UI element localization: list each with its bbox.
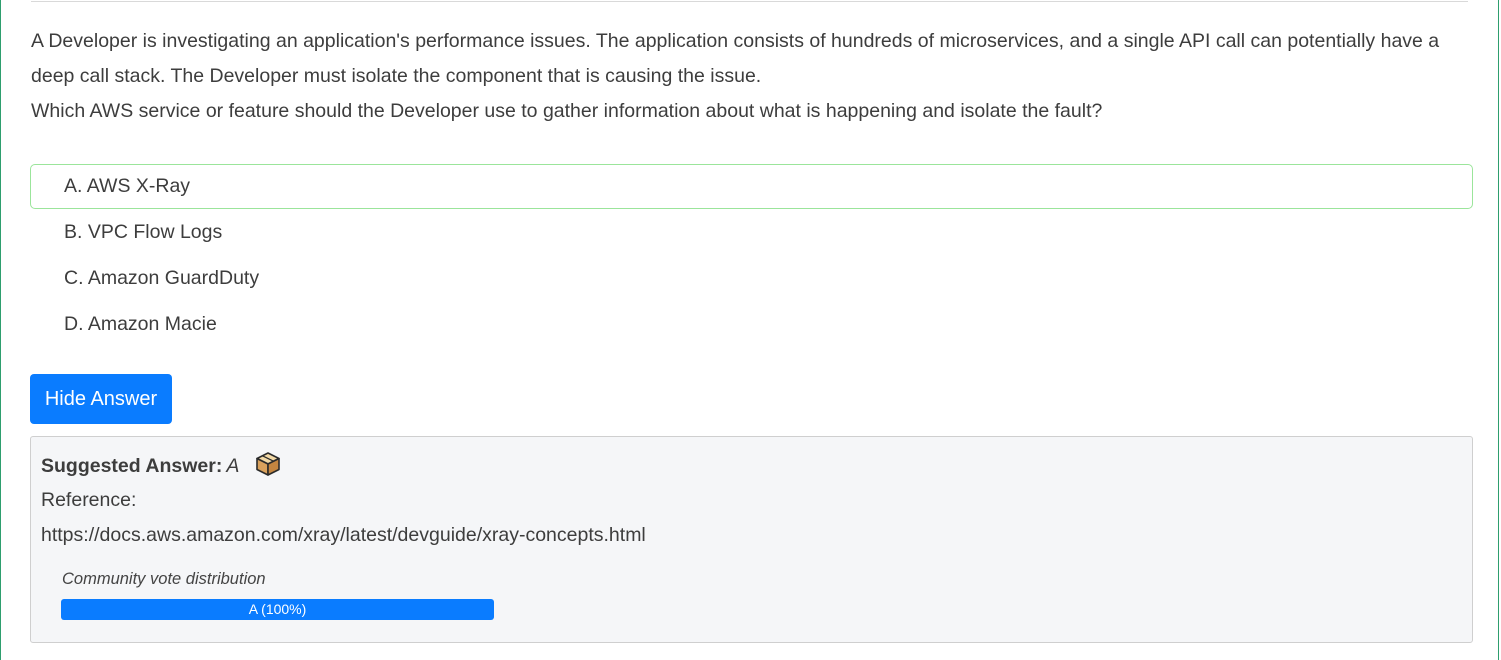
- answer-panel: Suggested Answer: A Reference: https://do…: [30, 436, 1473, 643]
- suggested-answer-label: Suggested Answer:: [41, 455, 223, 477]
- suggested-answer: Suggested Answer: A: [41, 451, 281, 486]
- vote-distribution-title: Community vote distribution: [62, 570, 266, 588]
- vote-distribution-bar[interactable]: A (100%): [61, 599, 494, 620]
- package-icon[interactable]: [255, 451, 281, 486]
- choice-d[interactable]: D. Amazon Macie: [30, 302, 1473, 347]
- question-text: A Developer is investigating an applicat…: [31, 24, 1476, 129]
- hide-answer-button[interactable]: Hide Answer: [30, 374, 172, 424]
- vote-bar-fill-a: A (100%): [61, 599, 494, 620]
- reference-url: https://docs.aws.amazon.com/xray/latest/…: [41, 524, 646, 546]
- question-prompt: Which AWS service or feature should the …: [31, 100, 1103, 122]
- question-body: A Developer is investigating an applicat…: [31, 30, 1440, 87]
- suggested-answer-value: A: [226, 455, 240, 477]
- divider: [31, 1, 1468, 2]
- reference-label: Reference:: [41, 489, 137, 511]
- question-card: A Developer is investigating an applicat…: [0, 0, 1499, 660]
- choice-b[interactable]: B. VPC Flow Logs: [30, 210, 1473, 255]
- choice-list: A. AWS X-Ray B. VPC Flow Logs C. Amazon …: [30, 164, 1473, 348]
- choice-c[interactable]: C. Amazon GuardDuty: [30, 256, 1473, 301]
- choice-a[interactable]: A. AWS X-Ray: [30, 164, 1473, 209]
